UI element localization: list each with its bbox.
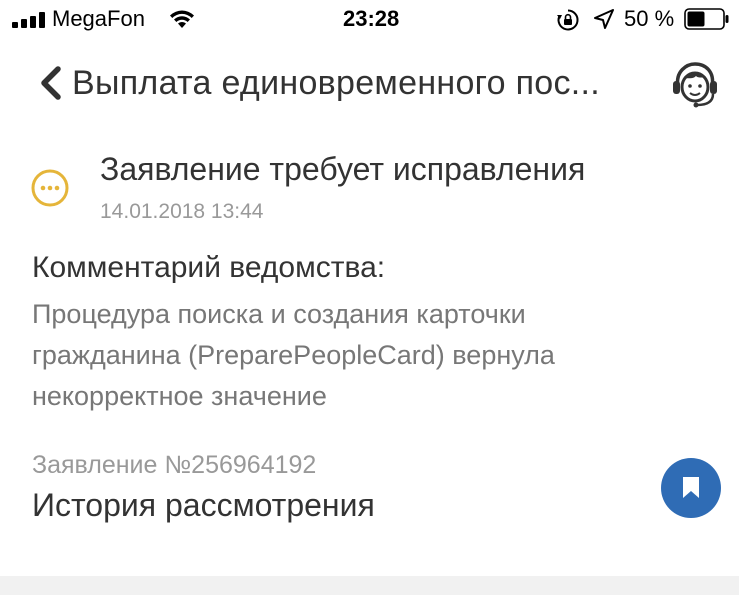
chevron-left-icon[interactable] bbox=[36, 65, 66, 101]
carrier-name: MegaFon bbox=[52, 6, 145, 31]
battery-icon bbox=[684, 8, 729, 30]
application-number: Заявление №256964192 bbox=[32, 451, 317, 479]
comment-line: гражданина (PreparePeopleCard) вернула bbox=[32, 340, 555, 370]
application-status-title: Заявление требует исправления bbox=[100, 151, 586, 187]
operator-headset-icon[interactable] bbox=[669, 59, 721, 111]
signal-icon bbox=[12, 12, 48, 28]
review-history-link[interactable]: История рассмотрения bbox=[32, 484, 375, 526]
comment-line: некорректное значение bbox=[32, 381, 327, 411]
location-arrow-icon bbox=[594, 9, 614, 29]
rotation-lock-icon bbox=[557, 9, 579, 31]
ellipsis-circle-icon bbox=[31, 169, 69, 207]
comment-line: Процедура поиска и создания карточки bbox=[32, 299, 526, 329]
status-bar: MegaFon 23:28 50 % bbox=[0, 0, 739, 40]
comment-text: Процедура поиска и создания карточки гра… bbox=[32, 294, 672, 417]
bottom-divider bbox=[0, 576, 739, 595]
page-title: Выплата единовременного пос... bbox=[72, 64, 601, 102]
comment-heading: Комментарий ведомства: bbox=[32, 251, 386, 284]
bookmark-icon bbox=[683, 477, 699, 498]
clock-time: 23:28 bbox=[343, 6, 400, 31]
battery-percent: 50 % bbox=[624, 6, 675, 31]
bookmark-button[interactable] bbox=[661, 458, 721, 518]
status-timestamp: 14.01.2018 13:44 bbox=[100, 200, 264, 223]
wifi-icon bbox=[170, 10, 194, 28]
